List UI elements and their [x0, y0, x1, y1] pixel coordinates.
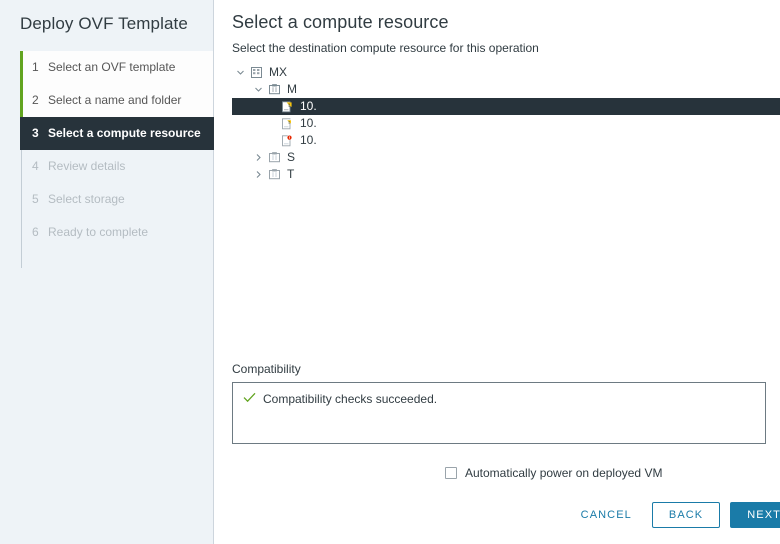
page-title: Select a compute resource: [232, 12, 449, 32]
sidebar-step-6[interactable]: 6 Ready to complete: [20, 216, 213, 249]
wizard-footer: CANCEL BACK NEXT: [571, 502, 780, 528]
cluster-icon: [266, 84, 282, 95]
compute-resource-tree: MX M 10. 10. 10. S T: [214, 64, 780, 183]
step-label: Select storage: [48, 192, 125, 206]
cluster-icon: [266, 152, 282, 163]
step-label: Review details: [48, 159, 126, 173]
compatibility-message-row: Compatibility checks succeeded.: [243, 392, 755, 406]
compatibility-section: Compatibility Compatibility checks succe…: [232, 362, 766, 444]
step-number: 4: [32, 159, 39, 173]
step-number: 3: [32, 126, 39, 140]
deploy-ovf-wizard: Deploy OVF Template 1 Select an OVF temp…: [0, 0, 780, 544]
chevron-right-icon[interactable]: [250, 153, 266, 162]
back-button[interactable]: BACK: [651, 502, 721, 528]
step-rail-completed: [20, 51, 23, 117]
tree-item-label: T: [287, 167, 295, 181]
check-icon: [243, 392, 257, 403]
tree-row[interactable]: 10.: [232, 115, 780, 132]
tree-item-label: 10.: [300, 133, 317, 147]
tree-row[interactable]: MX: [232, 64, 780, 81]
tree-item-label: M: [287, 82, 297, 96]
checkbox-box[interactable]: [445, 467, 457, 479]
wizard-title: Deploy OVF Template: [20, 14, 188, 33]
host-icon: [279, 134, 295, 147]
compatibility-label: Compatibility: [232, 362, 301, 376]
tree-item-label: 10.: [300, 99, 317, 113]
wizard-sidebar: Deploy OVF Template 1 Select an OVF temp…: [0, 0, 214, 544]
tree-item-label: 10.: [300, 116, 317, 130]
wizard-steps: 1 Select an OVF template 2 Select a name…: [0, 51, 214, 268]
host-icon: [279, 117, 295, 130]
tree-row[interactable]: T: [232, 166, 780, 183]
tree-item-label: MX: [269, 65, 287, 79]
wizard-content: Select a compute resource Select the des…: [214, 0, 780, 544]
sidebar-step-1[interactable]: 1 Select an OVF template: [20, 51, 213, 84]
auto-power-on-checkbox[interactable]: Automatically power on deployed VM: [445, 466, 662, 480]
tree-row[interactable]: 10.: [232, 98, 780, 115]
chevron-down-icon[interactable]: [250, 85, 266, 94]
compatibility-message: Compatibility checks succeeded.: [263, 392, 438, 406]
compatibility-box: Compatibility checks succeeded.: [232, 382, 766, 444]
tree-row[interactable]: 10.: [232, 132, 780, 149]
step-number: 2: [32, 93, 39, 107]
step-label: Select a name and folder: [48, 93, 182, 107]
step-number: 5: [32, 192, 39, 206]
step-rail-remaining: [21, 150, 22, 268]
cluster-icon: [266, 169, 282, 180]
host-icon: [279, 100, 295, 113]
chevron-down-icon[interactable]: [232, 68, 248, 77]
cancel-button[interactable]: CANCEL: [571, 503, 642, 527]
step-number: 1: [32, 60, 39, 74]
tree-row[interactable]: M: [232, 81, 780, 98]
content-header: Select a compute resource Select the des…: [214, 0, 780, 55]
step-number: 6: [32, 225, 39, 239]
next-button[interactable]: NEXT: [730, 502, 780, 528]
page-subtitle: Select the destination compute resource …: [232, 41, 539, 55]
sidebar-step-3[interactable]: 3 Select a compute resource: [20, 117, 214, 150]
sidebar-step-5[interactable]: 5 Select storage: [20, 183, 213, 216]
step-progress-rail: [20, 51, 23, 268]
step-label: Ready to complete: [48, 225, 149, 239]
datacenter-icon: [248, 67, 264, 78]
step-label: Select an OVF template: [48, 60, 176, 74]
step-label: Select a compute resource: [48, 126, 201, 140]
auto-power-on-label: Automatically power on deployed VM: [465, 466, 663, 480]
tree-item-label: S: [287, 150, 296, 164]
sidebar-step-2[interactable]: 2 Select a name and folder: [20, 84, 213, 117]
chevron-right-icon[interactable]: [250, 170, 266, 179]
tree-row[interactable]: S: [232, 149, 780, 166]
sidebar-step-4[interactable]: 4 Review details: [20, 150, 213, 183]
